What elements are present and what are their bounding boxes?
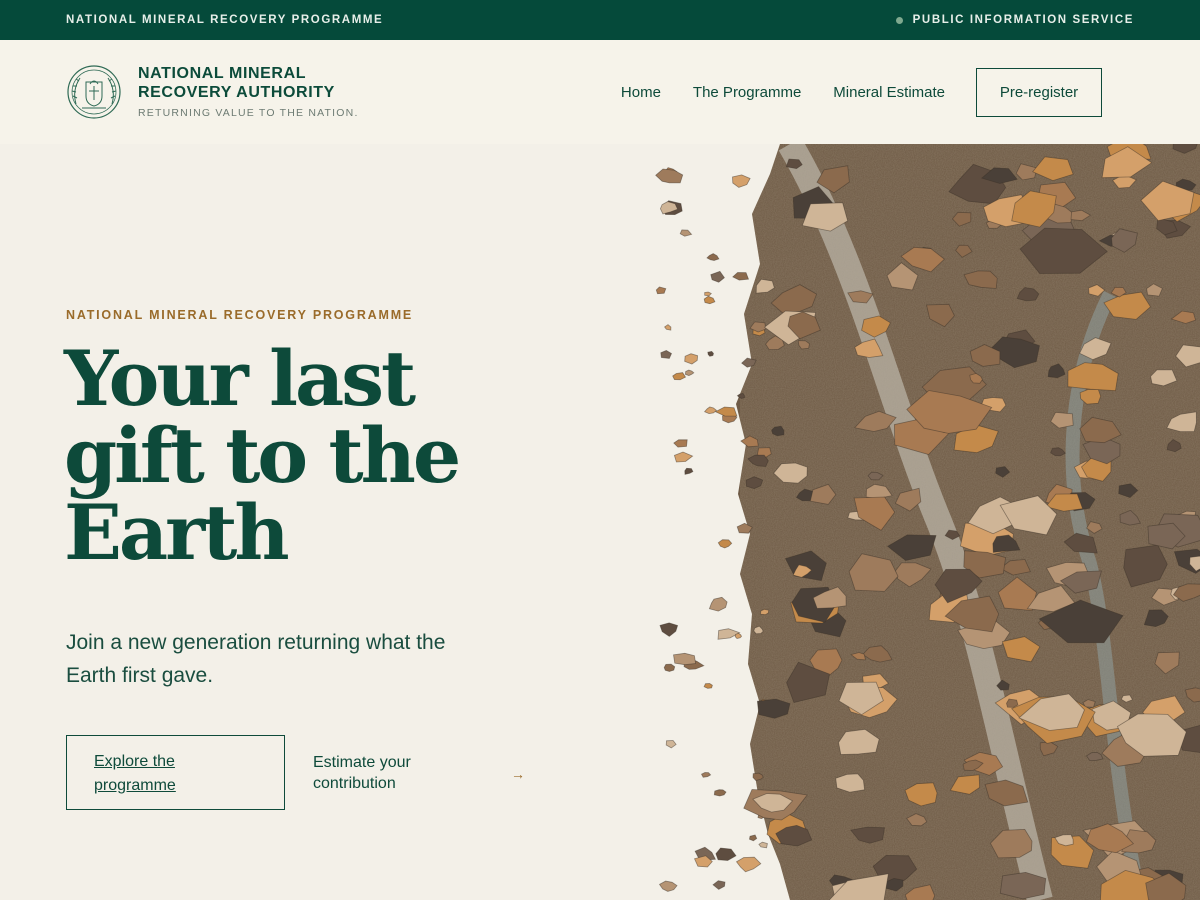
hero-mineral-image (640, 144, 1200, 900)
rock-fragment (665, 740, 677, 749)
rock-fragment (659, 622, 679, 637)
rock-fragment (714, 406, 738, 417)
rock-fragment (663, 663, 676, 672)
nav-programme[interactable]: The Programme (693, 84, 801, 101)
rock-fragment (684, 369, 695, 377)
national-seal-icon (67, 65, 121, 119)
hero-eyebrow: NATIONAL MINERAL RECOVERY PROGRAMME (66, 308, 414, 322)
rock-fragment (660, 350, 673, 359)
headline-line-1: Your last (64, 334, 416, 423)
rock-fragment (735, 856, 762, 873)
site-header: NATIONAL MINERAL RECOVERY AUTHORITY RETU… (0, 40, 1200, 144)
rock-fragment (679, 229, 693, 237)
top-banner: NATIONAL MINERAL RECOVERY PROGRAMME PUBL… (0, 0, 1200, 40)
rock-fragment (715, 847, 737, 861)
rock-fragment (736, 393, 746, 399)
main-nav: Home The Programme Mineral Estimate Pre-… (621, 68, 1134, 117)
status-dot-icon (895, 16, 903, 24)
rock-fragment (717, 539, 733, 549)
explore-programme-button[interactable]: Explore the programme (66, 735, 285, 810)
rock-fragment (658, 880, 678, 892)
brand-name-line1: NATIONAL MINERAL (138, 65, 307, 82)
rock-fragment (673, 652, 697, 666)
rock-fragment (749, 834, 758, 842)
rock-fragment (734, 632, 742, 639)
rock-fragment (707, 350, 714, 357)
rock-fragment (700, 772, 712, 778)
hero-subcopy: Join a new generation returning what the… (66, 631, 446, 687)
rock-fragment (703, 406, 718, 415)
rock-fragment (684, 353, 699, 365)
rock-fragment (673, 439, 688, 448)
rock-fragment (732, 272, 750, 281)
brand-logo-link[interactable]: NATIONAL MINERAL RECOVERY AUTHORITY RETU… (66, 62, 359, 120)
nav-mineral-estimate[interactable]: Mineral Estimate (833, 84, 945, 101)
rock-fragment (704, 291, 712, 297)
rock-fragment (672, 372, 687, 381)
arrow-right-icon: → (511, 765, 525, 782)
brand-tagline: RETURNING VALUE TO THE NATION. (138, 107, 359, 119)
headline-line-3: Earth (64, 488, 290, 577)
rock-fragment (655, 286, 667, 295)
rock-fragment (732, 174, 751, 188)
rock-fragment (708, 596, 728, 612)
service-indicator: PUBLIC INFORMATION SERVICE (895, 14, 1134, 26)
estimate-contribution-label: Estimate your contribution (313, 754, 411, 792)
hero-headline: Your last gift to the Earth (64, 340, 534, 571)
headline-line-2: gift to the (64, 411, 461, 500)
rock-fragment (712, 880, 726, 890)
programme-label: NATIONAL MINERAL RECOVERY PROGRAMME (66, 14, 384, 26)
rock-fragment (664, 324, 672, 331)
rock-fragment (684, 467, 694, 475)
rock-fragment (655, 168, 684, 184)
rock-fragment (758, 841, 768, 849)
brand-name-line2: RECOVERY AUTHORITY (138, 84, 335, 101)
service-label: PUBLIC INFORMATION SERVICE (912, 14, 1134, 26)
rock-fragment (713, 789, 727, 797)
mineral-rubble-illustration (655, 144, 1200, 900)
rock-fragment (760, 608, 770, 616)
rock-fragment (703, 295, 716, 305)
nav-home[interactable]: Home (621, 84, 661, 101)
estimate-contribution-link[interactable]: Estimate your contribution → (313, 752, 525, 794)
rock-fragment (710, 270, 725, 283)
rock-fragment (706, 253, 720, 261)
rock-fragment (673, 451, 694, 463)
rock-fragment (703, 683, 713, 689)
pre-register-button[interactable]: Pre-register (976, 68, 1102, 117)
rock-fragment (999, 871, 1047, 900)
rock-fragment (1006, 698, 1019, 708)
